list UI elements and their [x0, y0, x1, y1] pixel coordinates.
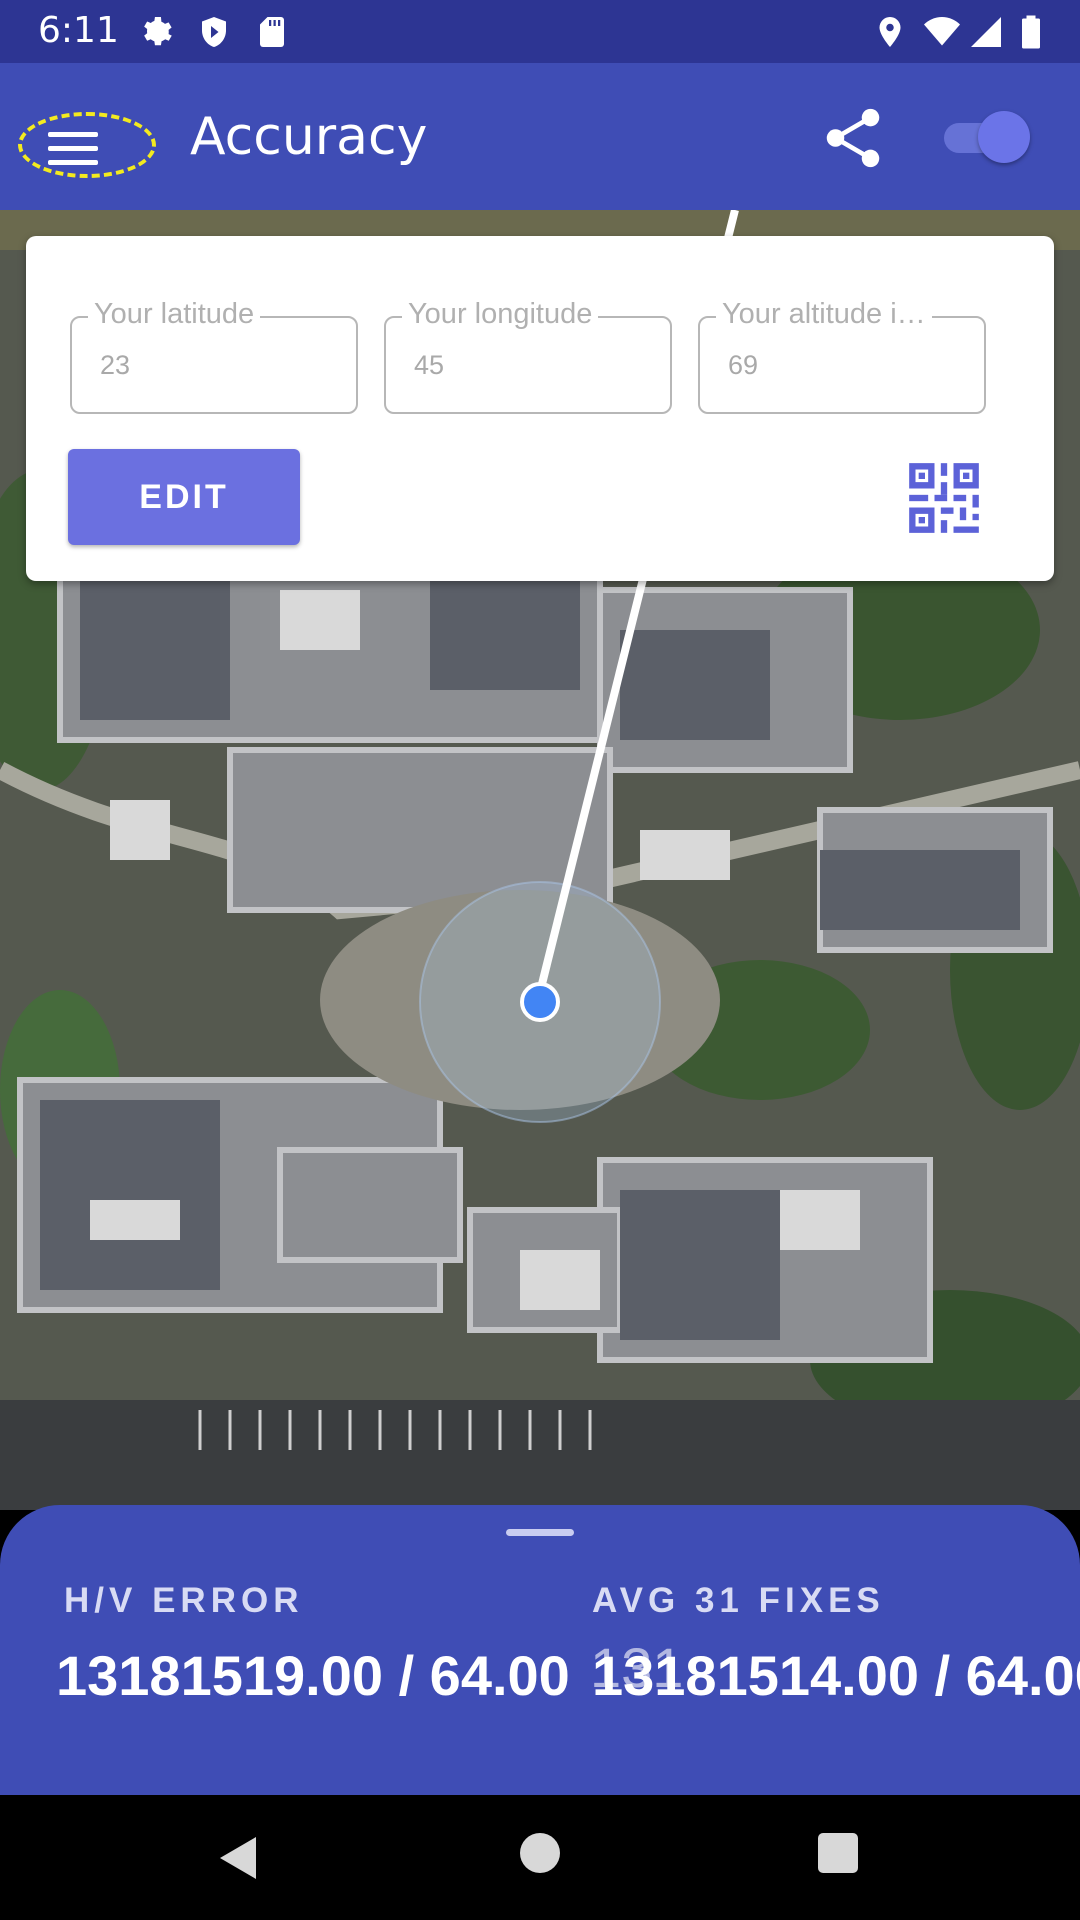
sd-card-icon	[260, 17, 284, 47]
latitude-value: 23	[100, 350, 131, 380]
latitude-field[interactable]: Your latitude 23	[70, 298, 358, 414]
qr-code-icon[interactable]	[906, 460, 982, 536]
altitude-label: Your altitude i…	[716, 298, 932, 331]
shield-icon	[202, 17, 226, 47]
altitude-value: 69	[728, 350, 759, 380]
share-icon[interactable]	[818, 103, 888, 173]
latitude-label: Your latitude	[88, 298, 261, 331]
menu-button[interactable]	[18, 112, 156, 178]
signal-icon	[971, 17, 1001, 47]
status-bar: 6:11	[0, 0, 1080, 63]
stats-bottom-sheet[interactable]: H/V ERROR 13181519.00 / 64.00 AVG 31 FIX…	[0, 1505, 1080, 1795]
hv-error-label: H/V ERROR	[64, 1581, 304, 1620]
coordinates-card: Your latitude 23 Your longitude 45 Your …	[26, 236, 1054, 581]
battery-icon	[1022, 15, 1040, 49]
location-pin-icon	[879, 17, 901, 47]
longitude-label: Your longitude	[402, 298, 599, 331]
avg-fixes-value: 13181514.00 / 64.00	[592, 1644, 1080, 1707]
wifi-icon	[924, 17, 960, 46]
navigation-bar	[0, 1795, 1080, 1920]
gear-icon	[144, 17, 172, 46]
sheet-drag-handle[interactable]	[506, 1529, 574, 1536]
longitude-value: 45	[414, 350, 445, 380]
edit-button[interactable]: EDIT	[68, 449, 300, 545]
toggle-thumb	[978, 111, 1030, 163]
tracking-toggle[interactable]	[944, 109, 1030, 165]
home-icon[interactable]	[520, 1833, 560, 1873]
longitude-field[interactable]: Your longitude 45	[384, 298, 672, 414]
location-dot	[520, 982, 560, 1022]
back-icon[interactable]	[218, 1835, 258, 1881]
avg-fixes-label: AVG 31 FIXES	[592, 1581, 885, 1620]
hv-error-value: 13181519.00 / 64.00	[56, 1644, 570, 1707]
page-title: Accuracy	[190, 107, 428, 167]
altitude-field[interactable]: Your altitude i… 69	[698, 298, 986, 414]
status-time: 6:11	[38, 10, 119, 51]
app-bar: Accuracy	[0, 63, 1080, 210]
hamburger-menu-icon	[48, 132, 98, 174]
recents-icon[interactable]	[818, 1833, 858, 1873]
